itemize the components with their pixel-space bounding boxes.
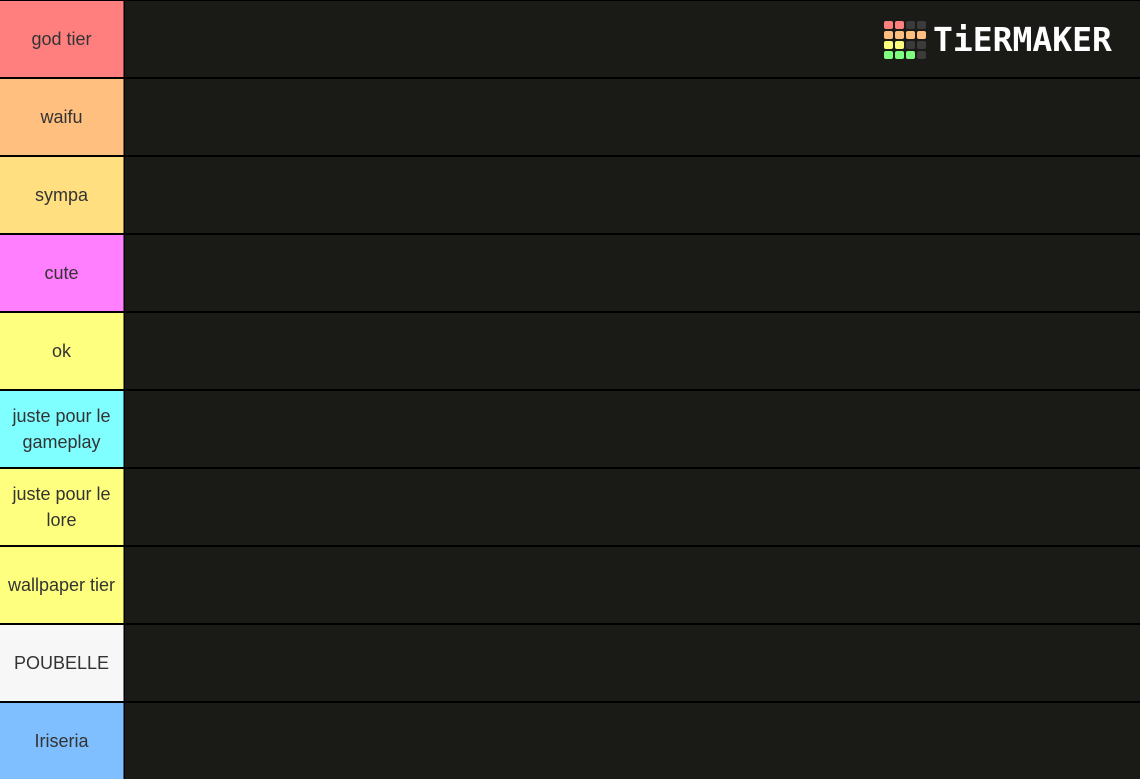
tier-label[interactable]: juste pour le gameplay [0, 391, 124, 467]
tier-drop-zone[interactable] [125, 391, 1140, 467]
tier-label[interactable]: ok [0, 313, 124, 389]
tier-label[interactable]: sympa [0, 157, 124, 233]
tier-row: juste pour le lore [0, 469, 1140, 545]
tier-row: Iriseria [0, 703, 1140, 779]
tier-drop-zone[interactable] [125, 703, 1140, 779]
tier-row: waifu [0, 79, 1140, 155]
logo-grid-cell [906, 21, 915, 29]
logo-grid-cell [884, 21, 893, 29]
tier-drop-zone[interactable] [125, 469, 1140, 545]
logo-grid-cell [917, 41, 926, 49]
tier-label[interactable]: cute [0, 235, 124, 311]
tier-label[interactable]: POUBELLE [0, 625, 124, 701]
tier-drop-zone[interactable] [125, 313, 1140, 389]
logo-grid-cell [906, 51, 915, 59]
tier-drop-zone[interactable] [125, 625, 1140, 701]
tier-drop-zone[interactable] [125, 79, 1140, 155]
logo-text: TiERMAKER [933, 20, 1112, 59]
logo-grid-cell [906, 41, 915, 49]
tier-label[interactable]: waifu [0, 79, 124, 155]
logo-grid-cell [884, 51, 893, 59]
logo-grid-cell [917, 31, 926, 39]
tiermaker-logo: TiERMAKER [884, 20, 1112, 60]
tier-row: wallpaper tier [0, 547, 1140, 623]
tier-row: juste pour le gameplay [0, 391, 1140, 467]
logo-grid-cell [895, 41, 904, 49]
tier-drop-zone[interactable] [125, 547, 1140, 623]
logo-grid-cell [895, 21, 904, 29]
logo-grid-cell [906, 31, 915, 39]
logo-grid-cell [895, 51, 904, 59]
tier-list-board: god tier waifu sympa cute ok juste pour … [0, 0, 1140, 779]
tier-row: ok [0, 313, 1140, 389]
logo-grid-cell [884, 31, 893, 39]
logo-grid-cell [917, 21, 926, 29]
tier-drop-zone[interactable] [125, 157, 1140, 233]
logo-grid-cell [917, 51, 926, 59]
tier-row: sympa [0, 157, 1140, 233]
logo-grid-cell [895, 31, 904, 39]
tier-label[interactable]: Iriseria [0, 703, 124, 779]
tier-row: cute [0, 235, 1140, 311]
tier-label[interactable]: wallpaper tier [0, 547, 124, 623]
tiermaker-grid-icon [884, 21, 926, 59]
tier-label[interactable]: god tier [0, 1, 124, 77]
tier-row: POUBELLE [0, 625, 1140, 701]
tier-drop-zone[interactable] [125, 235, 1140, 311]
logo-grid-cell [884, 41, 893, 49]
tier-label[interactable]: juste pour le lore [0, 469, 124, 545]
